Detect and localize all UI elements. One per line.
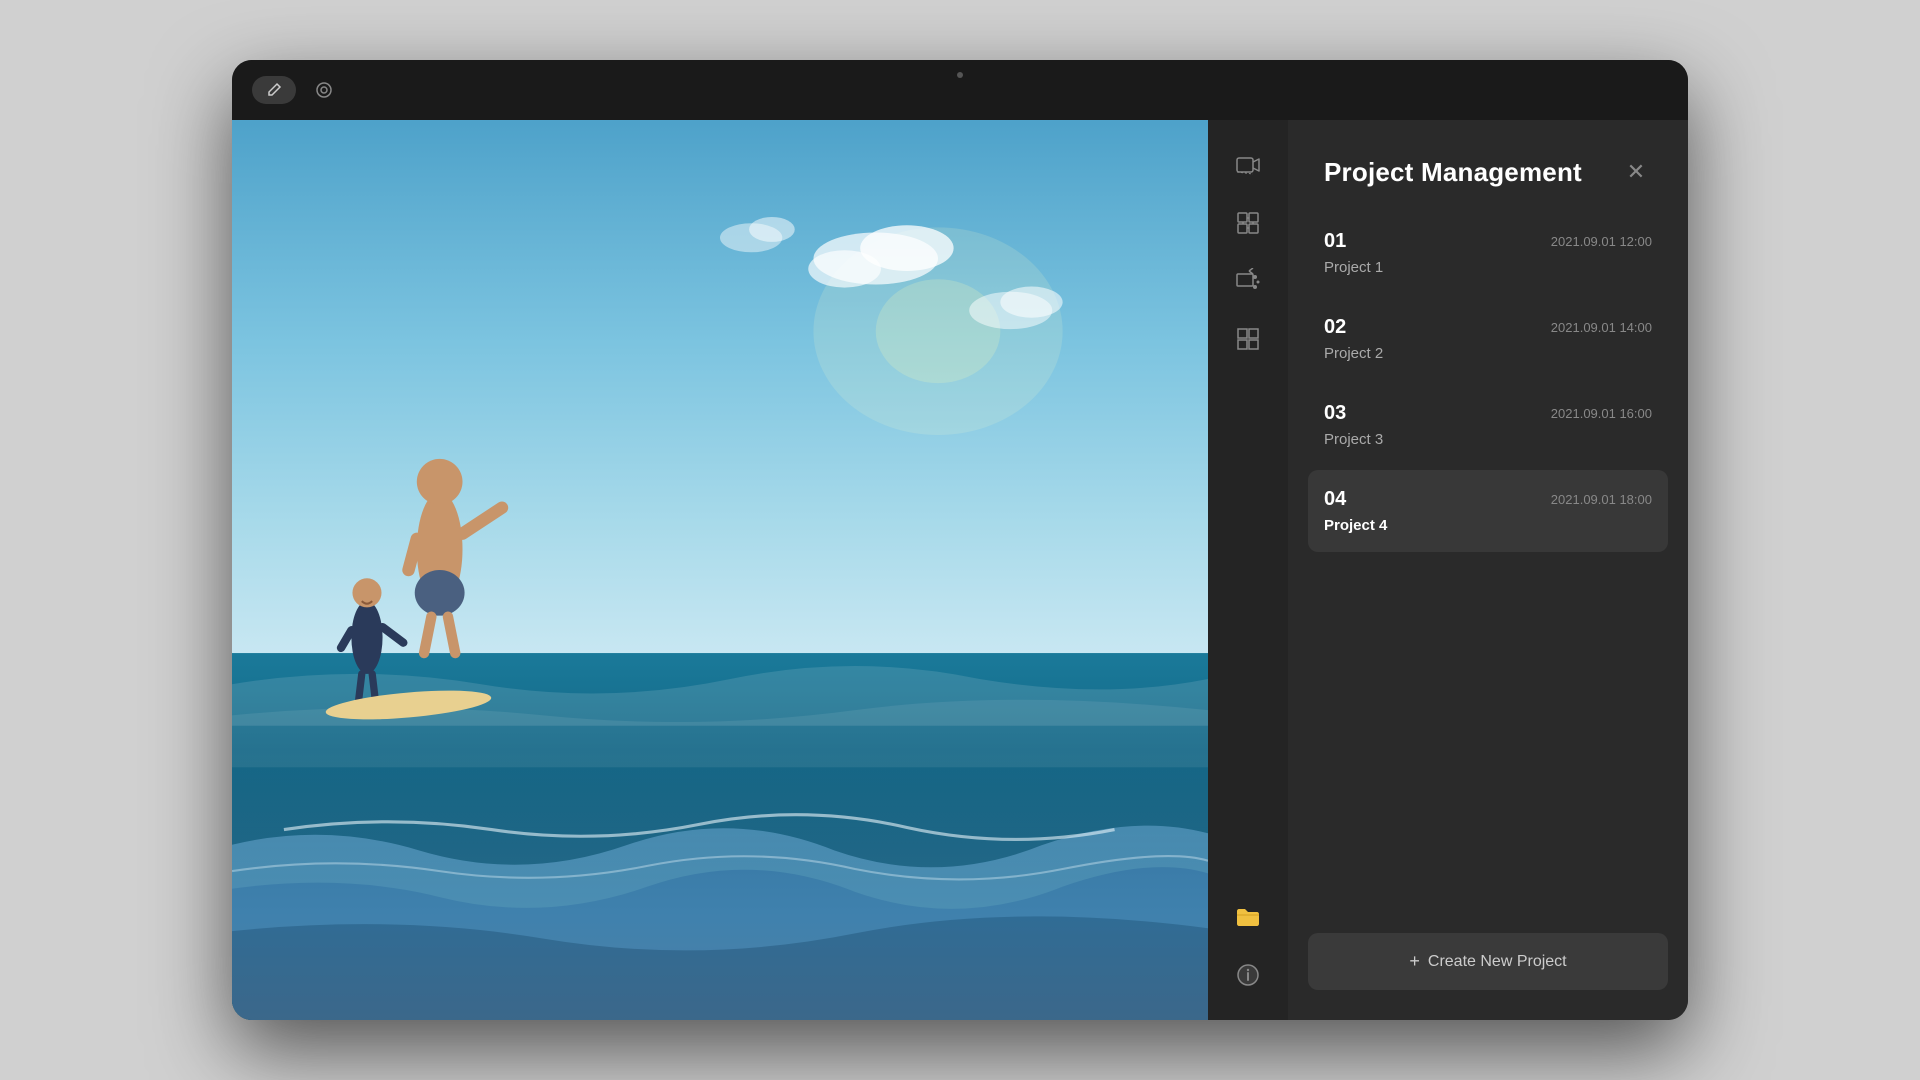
- project-item[interactable]: 03 2021.09.01 16:00 Project 3: [1308, 384, 1668, 466]
- project-panel: Project Management ✕ 01 2021.09.01 12:00…: [1288, 120, 1688, 1020]
- close-button[interactable]: ✕: [1620, 156, 1652, 188]
- panel-header: Project Management ✕: [1288, 120, 1688, 212]
- effects-icon: [1235, 268, 1261, 294]
- plus-icon: +: [1409, 951, 1420, 972]
- eye-icon: [314, 80, 334, 100]
- project-name: Project 1: [1324, 259, 1652, 276]
- folder-icon: [1234, 903, 1262, 931]
- sidebar-item-logo[interactable]: [1223, 314, 1273, 364]
- scene-svg: [232, 120, 1208, 1020]
- view-button[interactable]: [308, 74, 340, 106]
- create-project-button[interactable]: + Create New Project: [1308, 933, 1668, 990]
- sidebar-item-video[interactable]: [1223, 140, 1273, 190]
- project-date: 2021.09.01 16:00: [1551, 406, 1652, 421]
- project-number: 02: [1324, 316, 1346, 339]
- sidebar-item-plugins[interactable]: [1223, 198, 1273, 248]
- project-item[interactable]: 01 2021.09.01 12:00 Project 1: [1308, 212, 1668, 294]
- project-item[interactable]: 04 2021.09.01 18:00 Project 4: [1308, 470, 1668, 552]
- sidebar-item-projects[interactable]: [1223, 892, 1273, 942]
- sidebar-item-effects[interactable]: [1223, 256, 1273, 306]
- project-number: 03: [1324, 402, 1346, 425]
- video-preview: [232, 120, 1208, 1020]
- sidebar: [1208, 120, 1288, 1020]
- main-content: Project Management ✕ 01 2021.09.01 12:00…: [232, 120, 1688, 1020]
- edit-icon: [266, 82, 282, 98]
- info-icon: [1235, 962, 1261, 988]
- project-number: 04: [1324, 488, 1346, 511]
- project-item[interactable]: 02 2021.09.01 14:00 Project 2: [1308, 298, 1668, 380]
- device-frame: Project Management ✕ 01 2021.09.01 12:00…: [232, 60, 1688, 1020]
- project-date: 2021.09.01 12:00: [1551, 234, 1652, 249]
- project-date: 2021.09.01 14:00: [1551, 320, 1652, 335]
- sidebar-item-info[interactable]: [1223, 950, 1273, 1000]
- project-date: 2021.09.01 18:00: [1551, 492, 1652, 507]
- puzzle-icon: [1235, 210, 1261, 236]
- panel-footer: + Create New Project: [1288, 913, 1688, 1020]
- project-name: Project 2: [1324, 345, 1652, 362]
- create-button-label: Create New Project: [1428, 953, 1567, 971]
- edit-button[interactable]: [252, 76, 296, 104]
- grid-icon: [1235, 326, 1261, 352]
- project-name: Project 3: [1324, 431, 1652, 448]
- project-name: Project 4: [1324, 517, 1652, 534]
- project-number: 01: [1324, 230, 1346, 253]
- panel-title: Project Management: [1324, 157, 1582, 188]
- project-list: 01 2021.09.01 12:00 Project 1 02 2021.09…: [1288, 212, 1688, 913]
- top-bar: [232, 60, 1688, 120]
- video-image: [232, 120, 1208, 1020]
- video-camera-icon: [1235, 152, 1261, 178]
- camera-indicator: [957, 72, 963, 78]
